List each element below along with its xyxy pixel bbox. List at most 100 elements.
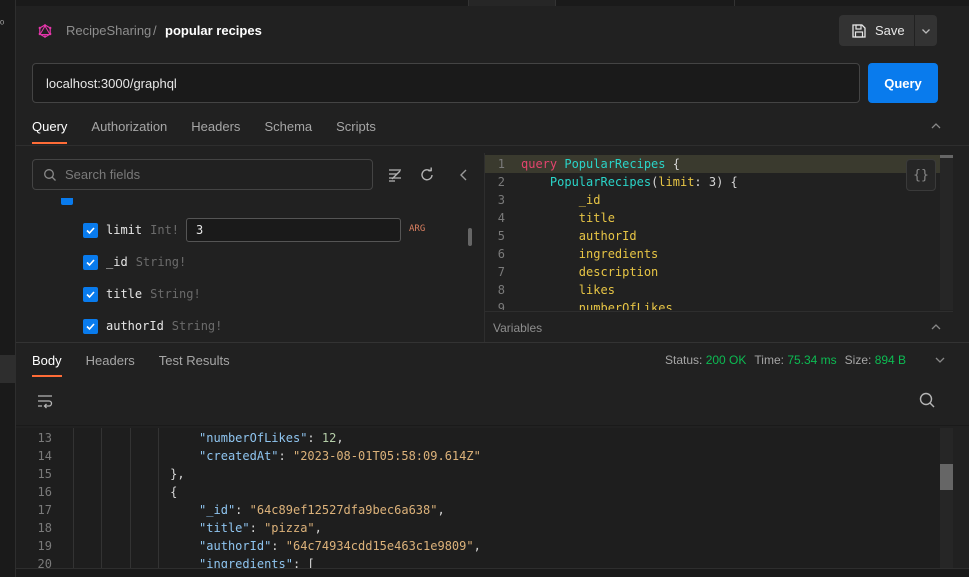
field-name[interactable]: _id bbox=[106, 255, 128, 269]
line-number: 14 bbox=[37, 449, 52, 463]
line-number: 4 bbox=[497, 211, 505, 225]
response-line: 18 "title": "pizza", bbox=[16, 519, 940, 537]
sidebar-selected-item[interactable] bbox=[0, 355, 15, 383]
chevron-up-icon[interactable] bbox=[930, 120, 942, 132]
variables-label: Variables bbox=[493, 321, 543, 335]
editor-line: 7 description bbox=[485, 263, 953, 281]
code-text: "title": "pizza", bbox=[199, 521, 322, 535]
code-text: ingredients bbox=[578, 247, 659, 261]
check-icon bbox=[86, 258, 95, 266]
search-icon bbox=[44, 168, 56, 181]
graphql-icon bbox=[38, 24, 52, 38]
code-text: description bbox=[578, 265, 659, 279]
code-text: "ingredients": [ bbox=[199, 557, 315, 568]
checkbox[interactable] bbox=[83, 222, 98, 238]
line-number: 8 bbox=[497, 283, 505, 297]
explorer-scrollbar[interactable] bbox=[468, 228, 472, 246]
wrap-lines-icon[interactable] bbox=[36, 392, 54, 410]
line-number: 3 bbox=[497, 193, 505, 207]
variables-section[interactable]: Variables bbox=[485, 311, 953, 342]
line-number: 9 bbox=[497, 301, 505, 310]
code-text: authorId bbox=[578, 229, 637, 243]
request-title[interactable]: popular recipes bbox=[165, 23, 262, 38]
checkbox[interactable] bbox=[83, 286, 98, 302]
chevron-left-icon[interactable] bbox=[455, 166, 473, 184]
editor-line: 3 _id bbox=[485, 191, 953, 209]
status-bar bbox=[16, 568, 969, 577]
editor-line: 6 ingredients bbox=[485, 245, 953, 263]
field-name[interactable]: authorId bbox=[106, 319, 164, 333]
scrollbar-thumb[interactable] bbox=[940, 155, 953, 158]
check-icon bbox=[86, 226, 95, 234]
save-options-button[interactable] bbox=[915, 15, 937, 46]
editor-scrollbar[interactable] bbox=[940, 155, 953, 310]
line-number: 7 bbox=[497, 265, 505, 279]
tab-query[interactable]: Query bbox=[32, 112, 68, 144]
code-text: numberOfLikes bbox=[578, 301, 673, 310]
field-name[interactable]: title bbox=[106, 287, 142, 301]
time-value[interactable]: 75.34 ms bbox=[787, 353, 836, 367]
search-icon[interactable] bbox=[918, 391, 936, 409]
braces-button[interactable]: {} bbox=[906, 159, 936, 191]
size-value[interactable]: 894 B bbox=[875, 353, 906, 367]
chevron-up-icon[interactable] bbox=[930, 321, 942, 333]
tab-authorization[interactable]: Authorization bbox=[91, 112, 167, 144]
line-number: 16 bbox=[37, 485, 52, 499]
line-number: 20 bbox=[37, 557, 52, 568]
code-text: _id bbox=[578, 193, 601, 207]
limit-argument-input[interactable]: 3 bbox=[186, 218, 401, 242]
code-text: query PopularRecipes { bbox=[521, 157, 680, 171]
tab-scripts[interactable]: Scripts bbox=[336, 112, 376, 144]
code-text: PopularRecipes(limit: 3) { bbox=[549, 175, 738, 189]
chevron-down-icon bbox=[922, 28, 930, 34]
size-label: Size: bbox=[844, 353, 872, 367]
query-editor[interactable]: 1 query PopularRecipes { 2 PopularRecipes(… bbox=[485, 153, 953, 310]
refresh-icon[interactable] bbox=[418, 166, 436, 184]
line-number: 19 bbox=[37, 539, 52, 553]
checkbox[interactable] bbox=[83, 318, 98, 334]
code-text: likes bbox=[578, 283, 615, 297]
editor-line: 2 PopularRecipes(limit: 3) { bbox=[485, 173, 953, 191]
tab-response-headers[interactable]: Headers bbox=[86, 346, 135, 377]
checkbox[interactable] bbox=[83, 254, 98, 270]
response-scrollbar[interactable] bbox=[940, 428, 953, 568]
field-type: String! bbox=[135, 255, 187, 269]
time-label: Time: bbox=[754, 353, 784, 367]
response-body[interactable]: 13 "numberOfLikes": 12, 14 "createdAt": "… bbox=[16, 428, 940, 568]
line-number: 1 bbox=[497, 157, 505, 171]
scrollbar-thumb[interactable] bbox=[940, 464, 953, 490]
editor-line: 1 query PopularRecipes { bbox=[485, 155, 953, 173]
field-row: title String! bbox=[83, 284, 201, 304]
query-button[interactable]: Query bbox=[868, 63, 938, 103]
response-status: Status: 200 OK Time: 75.34 ms Size: 894 … bbox=[665, 353, 906, 367]
code-text: }, bbox=[69, 467, 185, 481]
tab-schema[interactable]: Schema bbox=[264, 112, 312, 144]
line-number: 15 bbox=[37, 467, 52, 481]
field-type: String! bbox=[150, 287, 201, 301]
tab-body[interactable]: Body bbox=[32, 346, 62, 377]
response-line: 16 { bbox=[16, 483, 940, 501]
search-fields-input[interactable]: Search fields bbox=[32, 159, 373, 190]
response-line: 20 "ingredients": [ bbox=[16, 555, 940, 568]
field-name[interactable]: limit bbox=[106, 223, 142, 237]
save-icon bbox=[852, 23, 866, 38]
code-text: "createdAt": "2023-08-01T05:58:09.614Z" bbox=[199, 449, 481, 463]
prettify-icon[interactable] bbox=[386, 166, 404, 184]
url-input[interactable]: localhost:3000/graphql bbox=[32, 63, 860, 103]
sidebar-glyph: ᵒ bbox=[0, 18, 5, 30]
response-line: 14 "createdAt": "2023-08-01T05:58:09.614… bbox=[16, 447, 940, 465]
status-value[interactable]: 200 OK bbox=[706, 353, 747, 367]
left-sidebar-strip: ᵒ bbox=[0, 0, 16, 577]
save-button[interactable]: Save bbox=[839, 15, 914, 46]
check-icon bbox=[86, 322, 95, 330]
field-row: _id String! bbox=[83, 252, 186, 272]
chevron-down-icon[interactable] bbox=[934, 354, 946, 366]
tab-headers[interactable]: Headers bbox=[191, 112, 240, 144]
parent-checkbox[interactable] bbox=[61, 198, 73, 205]
line-number: 5 bbox=[497, 229, 505, 243]
divider bbox=[16, 425, 969, 426]
editor-line: 8 likes bbox=[485, 281, 953, 299]
tab-test-results[interactable]: Test Results bbox=[159, 346, 230, 377]
code-text: { bbox=[69, 485, 178, 499]
breadcrumb-collection[interactable]: RecipeSharing bbox=[66, 23, 151, 38]
